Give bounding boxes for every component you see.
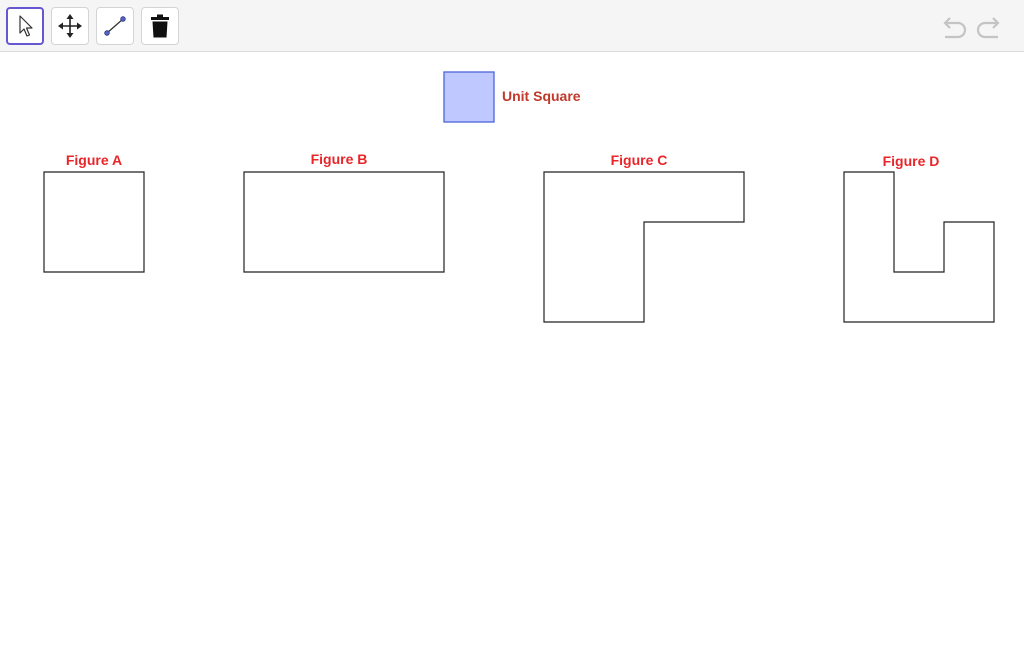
drawing-canvas: Unit Square Figure A Figure B Figure C F… bbox=[43, 71, 995, 323]
move-tool-button[interactable] bbox=[6, 7, 44, 45]
toolbar bbox=[0, 0, 1024, 52]
move-graphics-view-button[interactable] bbox=[51, 7, 89, 45]
segment-tool-button[interactable] bbox=[96, 7, 134, 45]
figure-a-shape[interactable] bbox=[43, 171, 145, 273]
segment-icon bbox=[104, 16, 126, 36]
undo-icon bbox=[943, 17, 967, 39]
figure-d-shape[interactable] bbox=[843, 171, 995, 323]
graphics-view[interactable]: Unit Square Figure A Figure B Figure C F… bbox=[0, 53, 1024, 668]
trash-icon bbox=[151, 14, 169, 38]
figure-b-shape[interactable] bbox=[243, 171, 445, 273]
figure-d-label: Figure D bbox=[883, 153, 940, 169]
redo-icon bbox=[976, 17, 1000, 39]
geogebra-app: Unit Square Figure A Figure B Figure C F… bbox=[0, 0, 1024, 668]
figure-c-shape[interactable] bbox=[543, 171, 745, 323]
redo-button[interactable] bbox=[974, 13, 1006, 41]
four-way-arrows-icon bbox=[58, 14, 82, 38]
delete-tool-button[interactable] bbox=[141, 7, 179, 45]
figure-a-label: Figure A bbox=[66, 152, 122, 168]
unit-square[interactable] bbox=[443, 71, 495, 123]
unit-square-label: Unit Square bbox=[502, 88, 581, 104]
figure-b-label: Figure B bbox=[311, 151, 368, 167]
arrow-cursor-icon bbox=[19, 15, 33, 37]
figure-c-label: Figure C bbox=[611, 152, 668, 168]
undo-button[interactable] bbox=[937, 13, 969, 41]
